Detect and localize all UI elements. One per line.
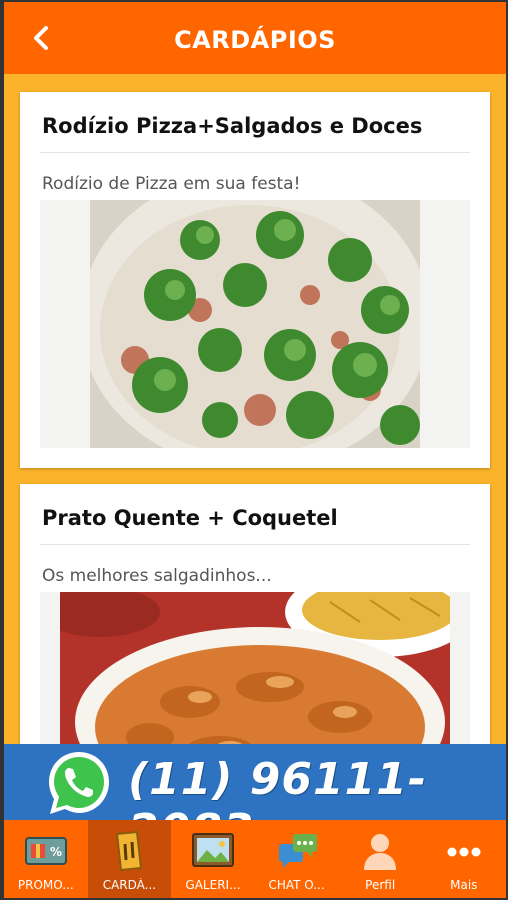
nav-label: GALERI... <box>185 878 241 892</box>
bottom-nav: % PROMO... CARDÁ... GALERI... CHAT O... … <box>4 820 506 898</box>
app-screen: CARDÁPIOS Rodízio Pizza+Salgados e Doces… <box>4 2 506 898</box>
gallery-icon <box>191 833 234 867</box>
more-icon <box>447 847 481 857</box>
nav-item-perfil[interactable]: Perfil <box>338 820 422 898</box>
card-divider <box>40 152 470 153</box>
menu-card[interactable]: Rodízio Pizza+Salgados e Doces Rodízio d… <box>20 92 490 468</box>
chat-icon <box>278 834 317 868</box>
pizza-broccoli-photo[interactable] <box>40 200 470 448</box>
nav-label: Perfil <box>365 878 396 892</box>
stroganoff-photo[interactable] <box>40 592 470 744</box>
card-divider <box>40 544 470 545</box>
profile-icon <box>364 834 397 870</box>
nav-label: CARDÁ... <box>102 878 157 892</box>
svg-text:%: % <box>50 845 62 859</box>
page-title: CARDÁPIOS <box>174 26 336 54</box>
nav-item-galeria[interactable]: GALERI... <box>171 820 255 898</box>
nav-item-cardapios[interactable]: CARDÁ... <box>87 820 172 898</box>
menu-list[interactable]: Rodízio Pizza+Salgados e Doces Rodízio d… <box>4 74 506 744</box>
whatsapp-icon[interactable] <box>44 748 114 818</box>
promo-icon: % <box>24 837 67 865</box>
nav-item-mais[interactable]: Mais <box>422 820 506 898</box>
phone-banner[interactable]: (11) 96111-2083 <box>4 744 506 856</box>
nav-label: Mais <box>450 878 478 892</box>
nav-label: PROMO... <box>17 878 74 892</box>
card-subtitle: Os melhores salgadinhos... <box>42 566 272 586</box>
menu-card[interactable]: Prato Quente + Coquetel Os melhores salg… <box>20 484 490 744</box>
card-title: Prato Quente + Coquetel <box>42 506 338 530</box>
nav-item-promo[interactable]: % PROMO... <box>4 820 88 898</box>
nav-label: CHAT O... <box>268 878 325 892</box>
nav-item-chat[interactable]: CHAT O... <box>255 820 339 898</box>
card-subtitle: Rodízio de Pizza em sua festa! <box>42 174 301 194</box>
app-header: CARDÁPIOS <box>4 2 506 74</box>
card-title: Rodízio Pizza+Salgados e Doces <box>42 114 423 138</box>
menu-icon <box>116 830 143 872</box>
